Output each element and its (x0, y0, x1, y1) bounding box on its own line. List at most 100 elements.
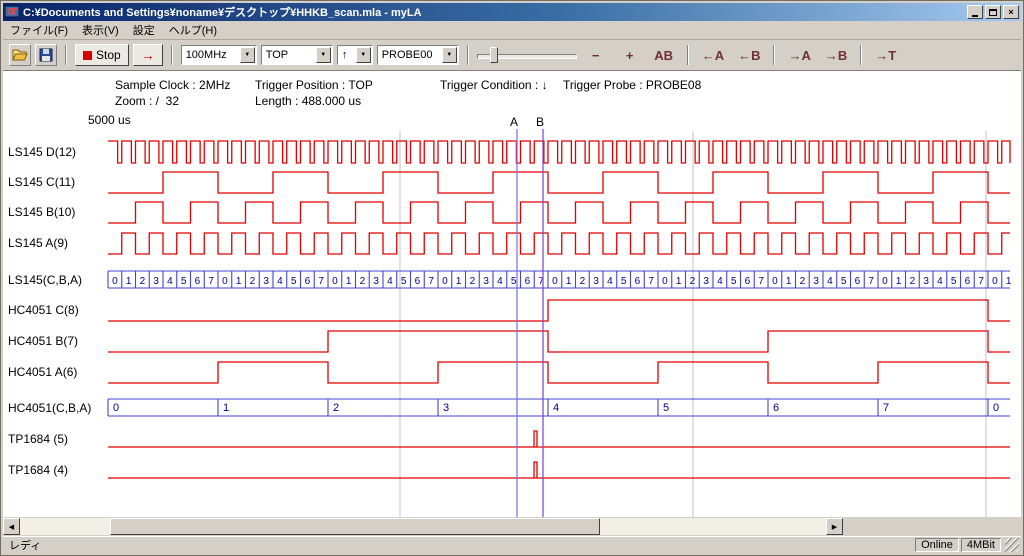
ab-span-button[interactable]: AB (649, 43, 679, 67)
scroll-right-button[interactable]: ▶ (826, 518, 843, 535)
maximize-button[interactable] (985, 5, 1001, 19)
horizontal-scrollbar[interactable]: ◀ ▶ (3, 518, 843, 535)
bus-value-label: 6 (525, 276, 531, 287)
bus-value-label: 3 (593, 276, 599, 287)
scroll-left-icon: ◀ (9, 523, 14, 531)
bus-value-label: 2 (690, 276, 696, 287)
bus-value-label: 1 (896, 276, 902, 287)
sample-clock-combo[interactable]: 100MHz ▼ (181, 45, 257, 65)
folder-open-icon (12, 48, 28, 62)
cursor-b-right-button[interactable]: →B (820, 43, 852, 67)
zoom-slider[interactable] (477, 45, 577, 65)
close-button[interactable]: × (1003, 5, 1019, 19)
status-online: Online (915, 538, 959, 552)
bus-value-label: 0 (332, 276, 338, 287)
scroll-thumb[interactable] (110, 518, 600, 535)
chevron-down-icon[interactable]: ▼ (316, 47, 331, 63)
status-memory: 4MBit (961, 538, 1001, 552)
bus-value-label: 6 (855, 276, 861, 287)
bus-value-label: 3 (373, 276, 379, 287)
cursor-a-right-button[interactable]: →A (783, 43, 815, 67)
probe-combo[interactable]: PROBE00 ▼ (377, 45, 459, 65)
stop-button[interactable]: Stop (75, 44, 129, 66)
bus-value-label: 1 (566, 276, 572, 287)
bus-value-label: 6 (773, 402, 779, 414)
cursor-a-label: A (510, 115, 518, 129)
trigger-edge-combo[interactable]: ↑ ▼ (337, 45, 373, 65)
trigger-position-combo[interactable]: TOP ▼ (261, 45, 333, 65)
bus-value-label: 1 (346, 276, 352, 287)
cursor-b-left-button[interactable]: ←B (733, 43, 765, 67)
bus-value-label: 6 (195, 276, 201, 287)
menu-item-file[interactable]: ファイル(F) (3, 20, 75, 40)
status-ready: レディ (3, 537, 915, 553)
waveform-trace (108, 362, 1010, 383)
bus-value-label: 7 (978, 276, 984, 287)
bus-value-label: 1 (456, 276, 462, 287)
zoom-out-button[interactable]: − (581, 43, 611, 67)
waveform-trace (108, 172, 1010, 193)
chevron-down-icon[interactable]: ▼ (442, 47, 457, 63)
run-button[interactable]: → (133, 44, 163, 66)
zoom-slider-thumb[interactable] (490, 47, 498, 63)
bus-value-label: 7 (868, 276, 874, 287)
bus-value-label: 2 (910, 276, 916, 287)
time-scale-label: 5000 us (88, 113, 131, 127)
floppy-icon (39, 48, 53, 62)
bus-value-label: 1 (1006, 276, 1012, 287)
run-arrow-icon: → (141, 47, 155, 63)
bus-value-label: 3 (813, 276, 819, 287)
bus-value-label: 7 (318, 276, 324, 287)
toolbar: Stop → 100MHz ▼ TOP ▼ ↑ ▼ PROBE00 ▼ − + … (3, 40, 1021, 71)
open-button[interactable] (9, 44, 31, 66)
bus-value-label: 2 (250, 276, 256, 287)
cursor-a-left-button[interactable]: ←A (697, 43, 729, 67)
menu-item-view[interactable]: 表示(V) (75, 20, 126, 40)
menu-item-help[interactable]: ヘルプ(H) (162, 20, 224, 40)
save-button[interactable] (35, 44, 57, 66)
waveform-trace (108, 202, 1010, 223)
bus-value-label: 0 (112, 276, 118, 287)
bus-value-label: 5 (841, 276, 847, 287)
bus-value-label: 6 (305, 276, 311, 287)
minimize-button[interactable] (967, 5, 983, 19)
bus-value-label: 5 (731, 276, 737, 287)
goto-trigger-button[interactable]: →T (870, 43, 901, 67)
bus-value-label: 2 (333, 402, 339, 414)
bus-value-label: 1 (676, 276, 682, 287)
waveform-plot: 5000 us012345670123456701234567012345670… (3, 71, 1021, 517)
bus-value-label: 4 (167, 276, 173, 287)
menu-item-settings[interactable]: 設定 (126, 20, 162, 40)
bus-value-label: 1 (236, 276, 242, 287)
trigger-edge-value: ↑ (342, 49, 348, 61)
bus-value-label: 5 (951, 276, 957, 287)
bus-value-label: 3 (443, 402, 449, 414)
zoom-in-button[interactable]: + (615, 43, 645, 67)
scroll-row: ◀ ▶ (3, 517, 1021, 536)
bus-value-label: 4 (717, 276, 723, 287)
bus-value-label: 5 (511, 276, 517, 287)
maximize-icon (989, 9, 997, 16)
bus-value-label: 2 (140, 276, 146, 287)
toolbar-separator (171, 45, 173, 65)
pulse-mark (534, 431, 537, 447)
toolbar-separator (687, 45, 689, 65)
titlebar[interactable]: C:¥Documents and Settings¥noname¥デスクトップ¥… (3, 3, 1021, 21)
toolbar-separator (65, 45, 67, 65)
chevron-down-icon[interactable]: ▼ (240, 47, 255, 63)
bus-value-label: 0 (992, 276, 998, 287)
bus-value-label: 6 (415, 276, 421, 287)
chevron-down-icon[interactable]: ▼ (356, 47, 371, 63)
bus-value-label: 7 (883, 402, 889, 414)
bus-value-label: 4 (937, 276, 943, 287)
bus-value-label: 4 (553, 402, 559, 414)
scroll-left-button[interactable]: ◀ (3, 518, 20, 535)
statusbar: レディ Online 4MBit (3, 536, 1021, 553)
bus-value-label: 5 (181, 276, 187, 287)
resize-grip[interactable] (1005, 538, 1019, 552)
bus-value-label: 0 (442, 276, 448, 287)
bus-value-label: 3 (703, 276, 709, 287)
waveform-trace (108, 331, 1010, 352)
bus-value-label: 4 (387, 276, 393, 287)
bus-value-label: 7 (648, 276, 654, 287)
